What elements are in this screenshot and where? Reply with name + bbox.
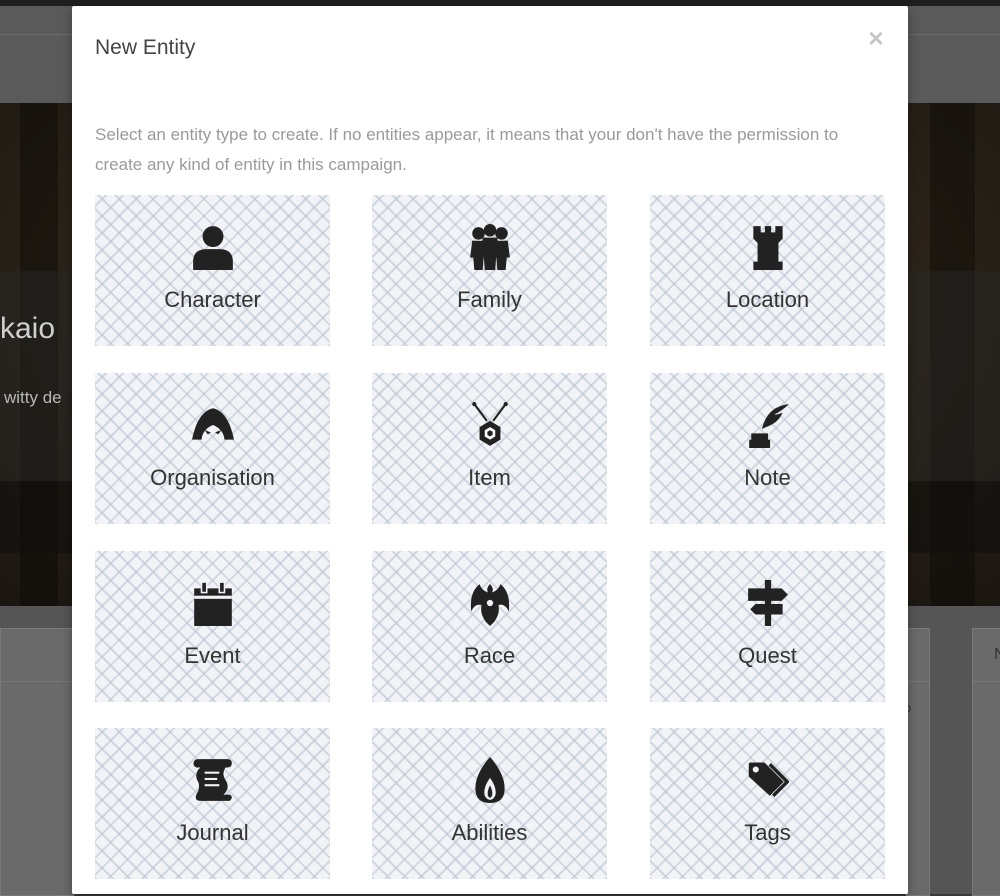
entity-tile-item[interactable]: Item: [372, 373, 607, 524]
tile-label: Character: [164, 287, 261, 312]
tile-label: Journal: [176, 820, 249, 845]
tower-icon: [747, 223, 789, 271]
entity-tile-location[interactable]: Location: [650, 195, 885, 346]
entity-tile-abilities[interactable]: Abilities: [372, 728, 607, 879]
card-title: N: [994, 646, 1000, 663]
user-icon: [192, 223, 234, 271]
entity-tile-family[interactable]: Family: [372, 195, 607, 346]
tile-label: Abilities: [451, 820, 528, 845]
dragon-icon: [469, 579, 511, 627]
tags-icon: [747, 756, 789, 804]
tile-label: Race: [463, 643, 516, 668]
calendar-icon: [192, 579, 234, 627]
entity-tile-organisation[interactable]: Organisation: [95, 373, 330, 524]
new-entity-modal: New Entity × Select an entity type to cr…: [72, 6, 908, 894]
fire-icon: [469, 756, 511, 804]
dashboard-card: [906, 628, 930, 896]
campaign-title: kaio: [0, 312, 56, 345]
campaign-description: witty de: [4, 388, 62, 407]
tile-label: Note: [744, 465, 791, 490]
entity-tile-tags[interactable]: Tags: [650, 728, 885, 879]
gem-pendant-icon: [469, 401, 511, 449]
dashboard-card: [0, 628, 74, 896]
quill-ink-icon: [747, 401, 789, 449]
tile-label: Organisation: [150, 465, 275, 490]
modal-title: New Entity: [95, 36, 196, 59]
tile-label: Quest: [738, 643, 797, 668]
tile-label: Tags: [744, 820, 791, 845]
entity-tile-event[interactable]: Event: [95, 551, 330, 702]
entity-tile-quest[interactable]: Quest: [650, 551, 885, 702]
tile-label: Family: [457, 287, 522, 312]
tile-label: Event: [184, 643, 241, 668]
signpost-icon: [747, 579, 789, 627]
tile-label: Location: [725, 287, 810, 312]
entity-tile-note[interactable]: Note: [650, 373, 885, 524]
modal-description: Select an entity type to create. If no e…: [95, 125, 839, 174]
family-icon: [469, 223, 511, 271]
hood-icon: [192, 401, 234, 449]
entity-tile-race[interactable]: Race: [372, 551, 607, 702]
entity-tile-character[interactable]: Character: [95, 195, 330, 346]
scroll-icon: [192, 756, 234, 804]
tile-label: Item: [468, 465, 511, 490]
entity-tile-journal[interactable]: Journal: [95, 728, 330, 879]
dashboard-card: [972, 628, 1000, 896]
close-button[interactable]: ×: [862, 24, 890, 52]
